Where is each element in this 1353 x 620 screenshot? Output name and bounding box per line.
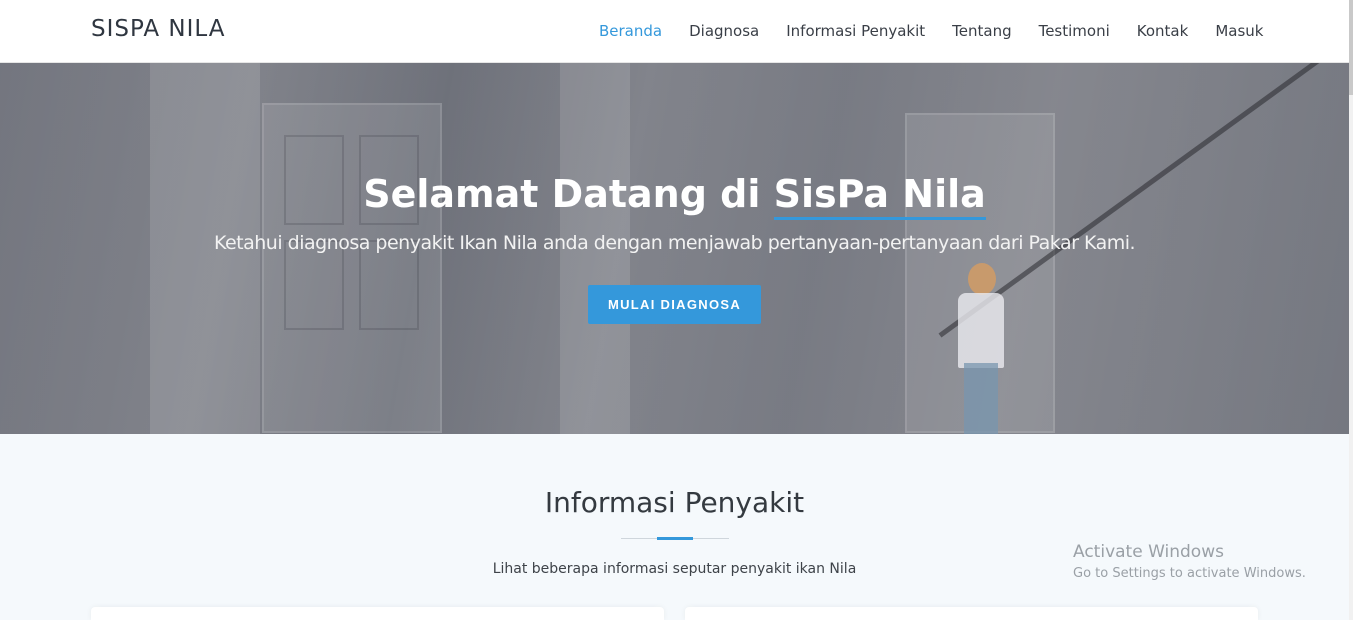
watermark-subtitle: Go to Settings to activate Windows. [1073, 566, 1306, 581]
nav-informasi-penyakit[interactable]: Informasi Penyakit [786, 22, 925, 40]
nav-testimoni[interactable]: Testimoni [1039, 22, 1110, 40]
section-title: Informasi Penyakit [544, 486, 805, 519]
disease-card[interactable] [91, 607, 664, 620]
start-diagnosis-button[interactable]: MULAI DIAGNOSA [588, 285, 761, 324]
nav-tentang[interactable]: Tentang [952, 22, 1011, 40]
nav-beranda[interactable]: Beranda [599, 22, 662, 40]
hero-title-highlight: SisPa Nila [773, 172, 986, 220]
hero-title-prefix: Selamat Datang di [363, 172, 774, 216]
watermark-title: Activate Windows [1073, 542, 1224, 562]
hero-title: Selamat Datang di SisPa Nila [0, 172, 1349, 220]
hero-background-window [262, 103, 442, 433]
disease-info-section: Informasi Penyakit Lihat beberapa inform… [0, 434, 1349, 620]
main-nav: Beranda Diagnosa Informasi Penyakit Tent… [599, 20, 1263, 42]
page-scrollbar[interactable] [1349, 0, 1353, 620]
top-navbar: SISPA NILA Beranda Diagnosa Informasi Pe… [0, 0, 1353, 63]
brand-logo[interactable]: SISPA NILA [91, 16, 226, 42]
nav-kontak[interactable]: Kontak [1137, 22, 1189, 40]
disease-card[interactable] [685, 607, 1258, 620]
scrollbar-thumb[interactable] [1349, 0, 1353, 95]
nav-masuk[interactable]: Masuk [1215, 22, 1263, 40]
activate-windows-watermark: Activate Windows Go to Settings to activ… [1073, 542, 1306, 581]
hero-background-person [950, 263, 1020, 434]
section-divider-accent [657, 537, 693, 540]
hero-subtitle: Ketahui diagnosa penyakit Ikan Nila anda… [213, 232, 1136, 254]
nav-diagnosa[interactable]: Diagnosa [689, 22, 759, 40]
